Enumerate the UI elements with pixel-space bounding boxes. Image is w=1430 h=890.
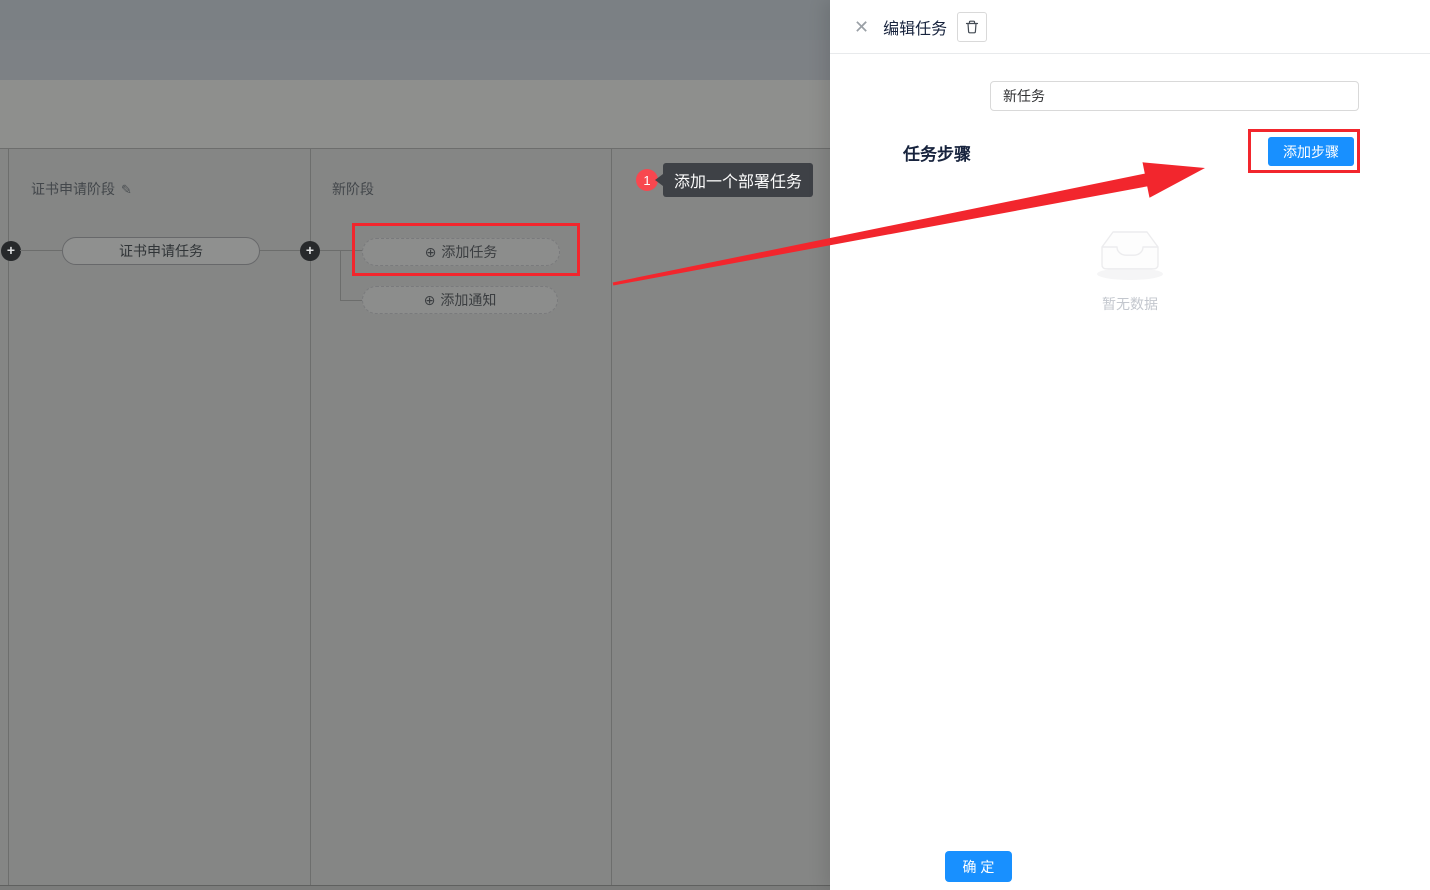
drawer-title: 编辑任务 — [883, 15, 947, 39]
stage-title-label: 新阶段 — [332, 181, 374, 197]
stage-title: 证书申请阶段 ✎ — [31, 179, 132, 199]
stage-title: 新阶段 — [332, 179, 374, 199]
connector-line — [340, 251, 341, 300]
add-stage-button[interactable]: + — [300, 241, 320, 261]
pipeline-area: 证书申请阶段✎ + 证书申请任务 + 新阶段 ⊕ 添加任务 ⊕ 添加通知 1 — [0, 148, 830, 890]
task-node-label: 证书申请任务 — [119, 241, 203, 261]
task-steps-heading: 任务步骤 — [903, 140, 971, 165]
trash-icon — [964, 19, 980, 35]
task-name-form-row: *任务名称: — [830, 81, 1430, 111]
confirm-button[interactable]: 确 定 — [945, 851, 1012, 882]
pipeline-bottom-strip — [0, 886, 830, 890]
task-node[interactable]: 证书申请任务 — [62, 237, 260, 265]
close-icon[interactable]: ✕ — [854, 18, 869, 36]
drawer-header: ✕ 编辑任务 — [830, 0, 1430, 54]
annotation-rect-add-task — [352, 223, 580, 276]
stage-title-label: 证书申请阶段 — [31, 181, 115, 197]
annotation-rect-add-step — [1248, 129, 1360, 173]
add-stage-button[interactable]: + — [1, 241, 21, 261]
add-notification-button[interactable]: ⊕ 添加通知 — [362, 286, 558, 314]
delete-task-button[interactable] — [957, 12, 987, 42]
edit-stage-icon[interactable]: ✎ — [121, 182, 132, 197]
edit-task-drawer: ✕ 编辑任务 *任务名称: 任务步骤 添加步骤 暂无数据 确 定 — [830, 0, 1430, 890]
add-notification-label: 添加通知 — [440, 290, 496, 310]
badge-number: 1 — [643, 173, 650, 188]
empty-state-text: 暂无数据 — [830, 294, 1430, 314]
app-subheader-dimmed — [0, 40, 830, 80]
stage-divider — [611, 149, 612, 885]
pipeline-canvas: 证书申请阶段✎ + 证书申请任务 + 新阶段 ⊕ 添加任务 ⊕ 添加通知 1 — [0, 0, 830, 890]
empty-state: 暂无数据 — [830, 225, 1430, 314]
task-name-input[interactable] — [990, 81, 1359, 111]
connector-line — [20, 250, 62, 251]
connector-line — [260, 250, 301, 251]
tooltip-arrow — [655, 174, 663, 186]
annotation-tooltip: 添加一个部署任务 — [663, 163, 813, 197]
tooltip-text: 添加一个部署任务 — [674, 168, 802, 192]
connector-line — [340, 300, 364, 301]
toolbar-dimmed — [0, 80, 830, 148]
empty-box-icon — [1090, 225, 1170, 281]
circle-plus-icon: ⊕ — [424, 292, 436, 309]
app-header-dimmed — [0, 0, 830, 40]
